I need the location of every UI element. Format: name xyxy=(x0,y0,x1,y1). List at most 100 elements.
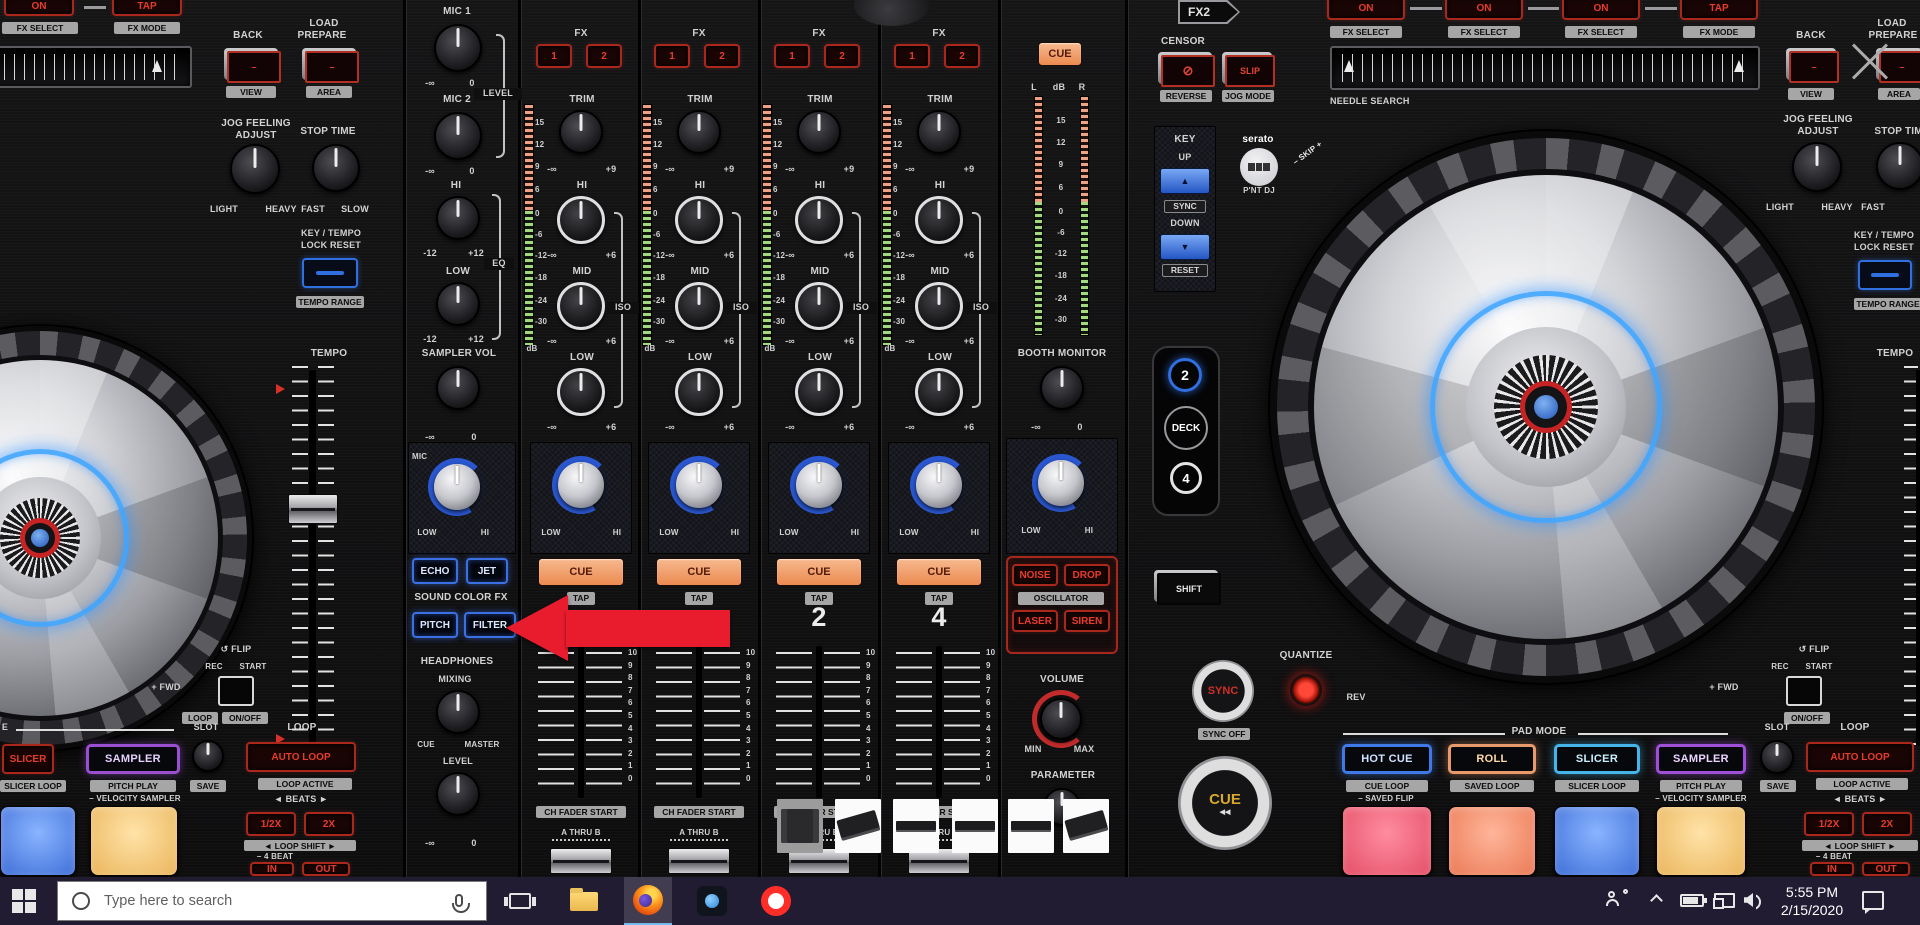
fx2-assign-button[interactable]: 2 xyxy=(824,44,860,68)
thumbnail-dj-controller-angled[interactable] xyxy=(1063,799,1109,853)
master-volume-knob[interactable] xyxy=(1040,698,1082,740)
slot-knob[interactable] xyxy=(192,740,224,772)
performance-pad[interactable] xyxy=(1554,806,1640,876)
pitch-button[interactable]: PITCH xyxy=(412,612,458,638)
slot-knob[interactable] xyxy=(1760,740,1794,774)
fx1-on-button[interactable]: ON xyxy=(4,0,74,16)
fx1-assign-button[interactable]: 1 xyxy=(774,44,810,68)
channel-1-trim-knob[interactable] xyxy=(559,110,603,154)
half-loop-button[interactable]: 1/2X xyxy=(246,812,296,836)
search-input[interactable]: Type here to search xyxy=(57,881,487,921)
channel-2-trim-knob[interactable] xyxy=(677,110,721,154)
clock[interactable]: 5:55 PM 2/15/2020 xyxy=(1776,883,1848,919)
shift-button[interactable]: SHIFT xyxy=(1154,570,1218,602)
fx2-on-button[interactable]: ON xyxy=(1327,0,1405,20)
fx2-assign-button[interactable]: 2 xyxy=(704,44,740,68)
file-explorer-icon[interactable] xyxy=(560,877,608,925)
drop-button[interactable]: DROP xyxy=(1064,564,1110,586)
hot-cue-mode-button[interactable]: HOT CUE xyxy=(1342,744,1432,774)
channel-1-fader-cap[interactable] xyxy=(550,848,612,874)
jog-feeling-adjust-knob[interactable] xyxy=(230,144,280,194)
channel-2-fader-cap[interactable] xyxy=(668,848,730,874)
firefox-icon[interactable] xyxy=(624,877,672,925)
blue-app-icon[interactable] xyxy=(688,877,736,925)
battery-icon[interactable] xyxy=(1680,894,1704,907)
deck-4-button[interactable]: 4 xyxy=(1170,462,1202,494)
channel-1-cue-button[interactable]: CUE xyxy=(538,558,624,586)
channel-2-filter-knob[interactable] xyxy=(670,456,728,514)
tempo-fader-slot[interactable] xyxy=(309,370,316,746)
loop-in-button[interactable]: IN xyxy=(1810,862,1854,876)
slip-button[interactable]: SLIP xyxy=(1222,52,1272,84)
start-button[interactable] xyxy=(0,877,48,925)
mic2-knob[interactable] xyxy=(434,112,482,160)
key-up-button[interactable]: ▲ xyxy=(1160,168,1210,194)
performance-pad[interactable] xyxy=(0,806,76,876)
fx1-assign-button[interactable]: 1 xyxy=(536,44,572,68)
fx1-tap-button[interactable]: TAP xyxy=(112,0,182,16)
network-icon[interactable] xyxy=(1714,893,1735,908)
channel-2-mid-knob[interactable] xyxy=(675,282,723,330)
booth-monitor-knob[interactable] xyxy=(1040,366,1084,410)
performance-pad[interactable] xyxy=(1342,806,1432,876)
thumbnail-dj-controller-top-view[interactable] xyxy=(777,799,823,853)
auto-loop-button[interactable]: AUTO LOOP xyxy=(1806,742,1914,772)
back-button[interactable]: – xyxy=(224,48,278,80)
loop-in-button[interactable]: IN xyxy=(250,862,294,876)
sampler-vol-knob[interactable] xyxy=(436,366,480,410)
channel-4-mid-knob[interactable] xyxy=(915,282,963,330)
channel-2-low-knob[interactable] xyxy=(675,368,723,416)
mic-hi-knob[interactable] xyxy=(436,196,480,240)
cue-button[interactable]: CUE◀◀ xyxy=(1178,756,1272,850)
sampler-mode-button[interactable]: SAMPLER xyxy=(1656,744,1746,774)
channel-4-trim-knob[interactable] xyxy=(917,110,961,154)
flip-slot-button[interactable] xyxy=(1786,676,1822,706)
laser-button[interactable]: LASER xyxy=(1012,610,1058,632)
master-cue-button[interactable]: CUE xyxy=(1038,42,1082,66)
loop-out-button[interactable]: OUT xyxy=(1862,862,1910,876)
fx2-on-button[interactable]: ON xyxy=(1562,0,1640,20)
channel-3-cue-button[interactable]: CUE xyxy=(776,558,862,586)
key-lock-button[interactable] xyxy=(1858,260,1912,290)
channel-4-filter-knob[interactable] xyxy=(910,456,968,514)
fx1-assign-button[interactable]: 1 xyxy=(894,44,930,68)
auto-loop-button[interactable]: AUTO LOOP xyxy=(246,742,356,772)
loop-out-button[interactable]: OUT xyxy=(302,862,350,876)
red-app-icon[interactable] xyxy=(752,877,800,925)
jog-feeling-adjust-knob[interactable] xyxy=(1792,142,1842,192)
channel-3-mid-knob[interactable] xyxy=(795,282,843,330)
channel-3-filter-knob[interactable] xyxy=(790,456,848,514)
channel-1-filter-knob[interactable] xyxy=(552,456,610,514)
microphone-icon[interactable] xyxy=(455,894,463,907)
mic-filter-knob[interactable] xyxy=(428,458,486,516)
headphones-mixing-knob[interactable] xyxy=(436,690,480,734)
channel-3-hi-knob[interactable] xyxy=(795,196,843,244)
double-loop-button[interactable]: 2X xyxy=(1862,812,1912,836)
censor-button[interactable]: ⊘ xyxy=(1158,52,1212,84)
key-lock-button[interactable] xyxy=(302,258,358,288)
double-loop-button[interactable]: 2X xyxy=(304,812,354,836)
channel-1-hi-knob[interactable] xyxy=(557,196,605,244)
fx1-assign-button[interactable]: 1 xyxy=(654,44,690,68)
thumbnail-dj-controller-flat[interactable] xyxy=(893,799,939,853)
channel-3-low-knob[interactable] xyxy=(795,368,843,416)
roll-mode-button[interactable]: ROLL xyxy=(1448,744,1536,774)
fx2-tap-button[interactable]: TAP xyxy=(1680,0,1758,20)
performance-pad[interactable] xyxy=(90,806,178,876)
thumbnail-dj-controller-flat[interactable] xyxy=(1008,799,1054,853)
mic-low-knob[interactable] xyxy=(436,282,480,326)
master-filter-knob[interactable] xyxy=(1032,454,1090,512)
tempo-fader-slot[interactable] xyxy=(1916,370,1920,746)
performance-pad[interactable] xyxy=(1656,806,1746,876)
action-center-icon[interactable] xyxy=(1862,891,1884,910)
fx2-assign-button[interactable]: 2 xyxy=(944,44,980,68)
hidden-icons-chevron[interactable] xyxy=(1652,896,1661,905)
volume-icon[interactable] xyxy=(1744,893,1760,907)
siren-button[interactable]: SIREN xyxy=(1064,610,1110,632)
thumbnail-dj-controller-angled[interactable] xyxy=(835,799,881,853)
thumbnail-dj-controller-flat[interactable] xyxy=(952,799,998,853)
people-icon[interactable] xyxy=(1606,891,1628,909)
stop-time-knob[interactable] xyxy=(1876,142,1920,190)
load-prepare-button[interactable]: – xyxy=(302,48,356,80)
task-view-button[interactable] xyxy=(496,877,544,925)
